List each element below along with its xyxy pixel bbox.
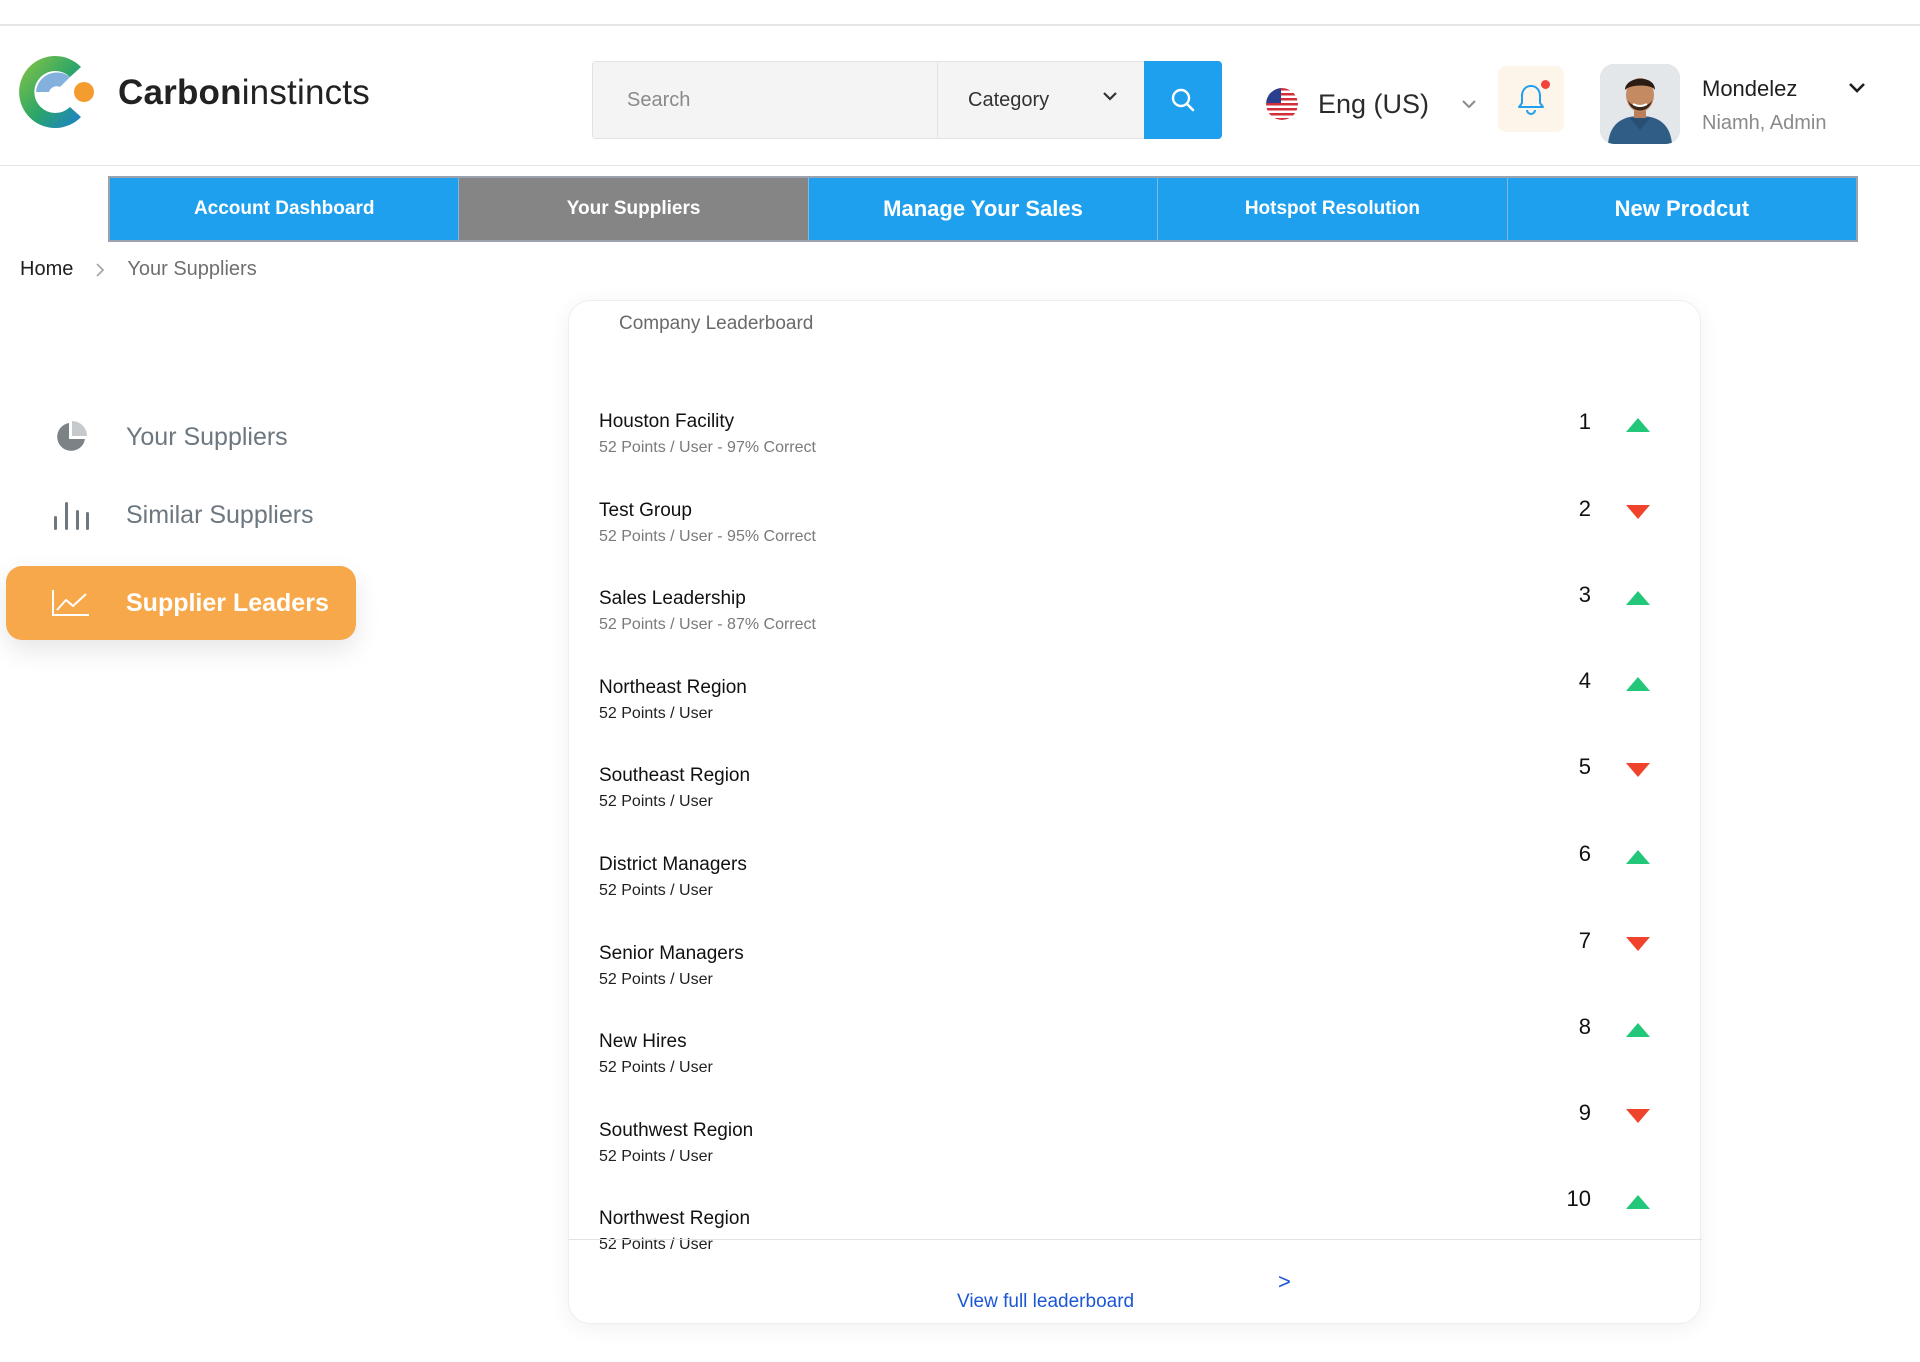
page: Carboninstincts Category (0, 0, 1920, 1362)
search-icon (1171, 88, 1195, 112)
leaderboard-row: New Hires 52 Points / User 8 (599, 1014, 1659, 1120)
leaderboard-row: Northwest Region 52 Points / User 10 (599, 1186, 1659, 1297)
chevron-right-icon[interactable]: > (1278, 1269, 1291, 1295)
row-rank: 3 (1578, 582, 1591, 608)
trend-down-icon (1626, 1108, 1650, 1123)
row-meta: 52 Points / User - 97% Correct (599, 439, 816, 456)
sidebar-item-label: Similar Suppliers (126, 500, 314, 529)
row-rank: 9 (1578, 1099, 1591, 1125)
row-name: District Managers (599, 853, 747, 875)
row-rank: 6 (1578, 840, 1591, 866)
view-full-leaderboard-link[interactable]: View full leaderboard (957, 1291, 1134, 1313)
row-meta: 52 Points / User (599, 881, 713, 899)
row-name: Northeast Region (599, 676, 747, 698)
leaderboard-row: District Managers 52 Points / User 6 (599, 841, 1659, 943)
row-rank: 2 (1578, 495, 1591, 521)
leaderboard-title: Company Leaderboard (619, 313, 814, 334)
trend-up-icon (1626, 1195, 1650, 1210)
user-role: Niamh, Admin (1702, 112, 1827, 134)
row-name: Senior Managers (599, 942, 744, 964)
leaderboard-list: Houston Facility 52 Points / User - 97% C… (599, 409, 1659, 1297)
header: Carboninstincts Category (0, 26, 1920, 166)
us-flag-icon (1266, 88, 1298, 120)
breadcrumb: Home Your Suppliers (20, 258, 257, 281)
tab-account-dashboard[interactable]: Account Dashboard (110, 178, 460, 240)
card-divider (569, 1239, 1702, 1240)
sidebar-item-label: Your Suppliers (126, 422, 288, 451)
row-meta: 52 Points / User - 95% Correct (599, 527, 816, 545)
trend-up-icon (1626, 676, 1650, 691)
row-meta: 52 Points / User (599, 1059, 713, 1077)
chevron-right-icon (96, 262, 105, 277)
row-meta: 52 Points / User (599, 1147, 713, 1165)
row-name: Sales Leadership (599, 588, 746, 610)
row-rank: 4 (1578, 667, 1591, 693)
row-name: Southeast Region (599, 765, 751, 787)
row-name: New Hires (599, 1031, 687, 1053)
notifications-button[interactable] (1498, 66, 1564, 132)
tab-new-product[interactable]: New Prodcut (1508, 178, 1856, 240)
row-meta: 52 Points / User (599, 970, 713, 988)
leaderboard-card: Company Leaderboard Houston Facility 52 P… (568, 300, 1702, 1324)
search-input[interactable] (593, 62, 937, 138)
chevron-down-icon (1103, 92, 1117, 101)
main-nav: Account Dashboard Your Suppliers Manage … (108, 176, 1858, 242)
leaderboard-row: Senior Managers 52 Points / User 7 (599, 928, 1659, 1032)
row-rank: 10 (1566, 1186, 1591, 1212)
row-meta: 52 Points / User (599, 793, 713, 811)
category-label: Category (968, 88, 1050, 111)
leaderboard-row: Houston Facility 52 Points / User - 97% C… (599, 409, 1659, 500)
trend-up-icon (1626, 591, 1650, 606)
breadcrumb-home[interactable]: Home (20, 258, 73, 281)
sidebar-item-label: Supplier Leaders (126, 588, 329, 617)
carbon-logo-icon[interactable] (14, 49, 100, 135)
brand-name: Carboninstincts (118, 73, 370, 112)
leaderboard-row: Southwest Region 52 Points / User 9 (599, 1100, 1659, 1209)
line-chart-icon (46, 588, 96, 618)
breadcrumb-current: Your Suppliers (127, 258, 257, 280)
sidebar-item-supplier-leaders[interactable]: Supplier Leaders (6, 566, 356, 640)
row-rank: 1 (1578, 409, 1591, 434)
chevron-down-icon (1462, 100, 1476, 109)
row-name: Test Group (599, 499, 692, 521)
leaderboard-row: Northeast Region 52 Points / User 4 (599, 668, 1659, 766)
leaderboard-row: Southeast Region 52 Points / User 5 (599, 754, 1659, 854)
row-name: Houston Facility (599, 411, 735, 432)
trend-down-icon (1626, 504, 1650, 519)
search-bar: Category (592, 61, 1222, 139)
row-meta: 52 Points / User (599, 704, 713, 722)
row-rank: 7 (1578, 927, 1591, 953)
tab-hotspot-resolution[interactable]: Hotspot Resolution (1158, 178, 1508, 240)
sidebar-item-similar-suppliers[interactable]: Similar Suppliers (6, 478, 356, 552)
chevron-down-icon[interactable] (1848, 82, 1866, 94)
leaderboard-row: Sales Leadership 52 Points / User - 87% C… (599, 582, 1659, 677)
tab-your-suppliers[interactable]: Your Suppliers (459, 178, 809, 240)
sidebar-item-your-suppliers[interactable]: Your Suppliers (6, 400, 356, 474)
avatar[interactable] (1600, 64, 1680, 144)
language-label: Eng (US) (1318, 88, 1430, 119)
row-name: Northwest Region (599, 1208, 751, 1230)
trend-up-icon (1626, 418, 1650, 432)
search-button[interactable] (1144, 61, 1222, 139)
row-meta: 52 Points / User - 87% Correct (599, 616, 816, 634)
trend-up-icon (1626, 1023, 1650, 1038)
user-name: Mondelez (1702, 76, 1798, 101)
language-selector[interactable]: Eng (US) (1266, 88, 1477, 120)
tab-manage-your-sales[interactable]: Manage Your Sales (809, 178, 1159, 240)
leaderboard-row: Test Group 52 Points / User - 95% Correct… (599, 496, 1659, 589)
pie-chart-icon (46, 419, 96, 455)
row-name: Southwest Region (599, 1119, 754, 1141)
bar-chart-icon (46, 498, 96, 532)
row-rank: 5 (1578, 754, 1591, 780)
notification-dot (1541, 80, 1550, 89)
trend-down-icon (1626, 763, 1650, 778)
trend-up-icon (1626, 849, 1650, 864)
category-dropdown[interactable]: Category (937, 62, 1149, 138)
row-rank: 8 (1578, 1014, 1591, 1040)
trend-down-icon (1626, 936, 1650, 951)
